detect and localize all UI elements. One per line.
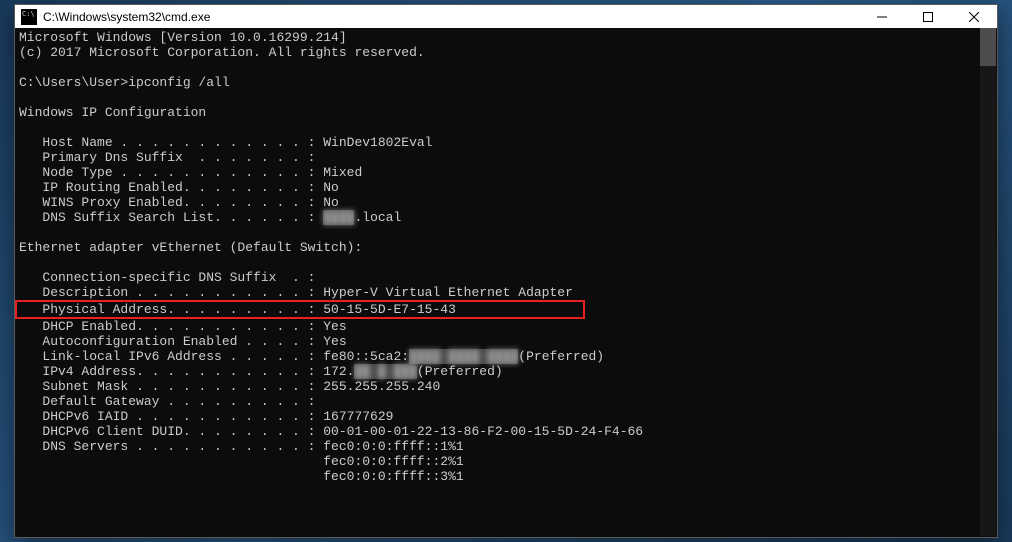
maximize-icon [923,12,933,22]
scrollbar-thumb[interactable] [980,28,996,66]
config-line-dns-suffix: Primary Dns Suffix . . . . . . . : [19,150,315,165]
section-header: Windows IP Configuration [19,105,206,120]
minimize-button[interactable] [859,5,905,28]
config-line-ip-routing: IP Routing Enabled. . . . . . . . : No [19,180,339,195]
obscured-text: ████ [323,210,354,225]
config-line-gateway: Default Gateway . . . . . . . . . : [19,394,315,409]
prompt-line: C:\Users\User>ipconfig /all [19,75,230,90]
config-line-ipv4: IPv4 Address. . . . . . . . . . . : 172.… [19,364,503,379]
obscured-text: ██.█.███ [354,364,416,379]
terminal-output[interactable]: Microsoft Windows [Version 10.0.16299.21… [15,28,997,537]
config-line-ipv6: Link-local IPv6 Address . . . . . : fe80… [19,349,604,364]
highlighted-physical-address: Physical Address. . . . . . . . . : 50-1… [15,300,585,319]
window-title: C:\Windows\system32\cmd.exe [43,10,859,24]
obscured-text: ████:████:████ [409,349,518,364]
config-line-subnet: Subnet Mask . . . . . . . . . . . : 255.… [19,379,440,394]
vertical-scrollbar[interactable] [980,28,996,536]
config-line-dns-servers-2: fec0:0:0:ffff::2%1 [19,454,464,469]
config-line-hostname: Host Name . . . . . . . . . . . . : WinD… [19,135,432,150]
config-line-dns-search: DNS Suffix Search List. . . . . . : ████… [19,210,401,225]
adapter-header: Ethernet adapter vEthernet (Default Swit… [19,240,362,255]
close-icon [969,12,979,22]
config-line-dhcpv6-iaid: DHCPv6 IAID . . . . . . . . . . . : 1677… [19,409,393,424]
config-line-conn-suffix: Connection-specific DNS Suffix . : [19,270,315,285]
config-line-autoconfig: Autoconfiguration Enabled . . . . : Yes [19,334,347,349]
command-prompt-window: C:\Windows\system32\cmd.exe Microsoft Wi… [14,4,998,538]
config-line-description: Description . . . . . . . . . . . : Hype… [19,285,573,300]
config-line-wins-proxy: WINS Proxy Enabled. . . . . . . . : No [19,195,339,210]
close-button[interactable] [951,5,997,28]
line: Microsoft Windows [Version 10.0.16299.21… [19,30,347,45]
minimize-icon [877,12,887,22]
config-line-dns-servers: DNS Servers . . . . . . . . . . . : fec0… [19,439,464,454]
titlebar[interactable]: C:\Windows\system32\cmd.exe [15,5,997,28]
config-line-node-type: Node Type . . . . . . . . . . . . : Mixe… [19,165,362,180]
cmd-icon [21,9,37,25]
config-line-dhcpv6-duid: DHCPv6 Client DUID. . . . . . . . : 00-0… [19,424,643,439]
line: (c) 2017 Microsoft Corporation. All righ… [19,45,425,60]
maximize-button[interactable] [905,5,951,28]
config-line-dns-servers-3: fec0:0:0:ffff::3%1 [19,469,464,484]
config-line-dhcp: DHCP Enabled. . . . . . . . . . . : Yes [19,319,347,334]
window-controls [859,5,997,28]
